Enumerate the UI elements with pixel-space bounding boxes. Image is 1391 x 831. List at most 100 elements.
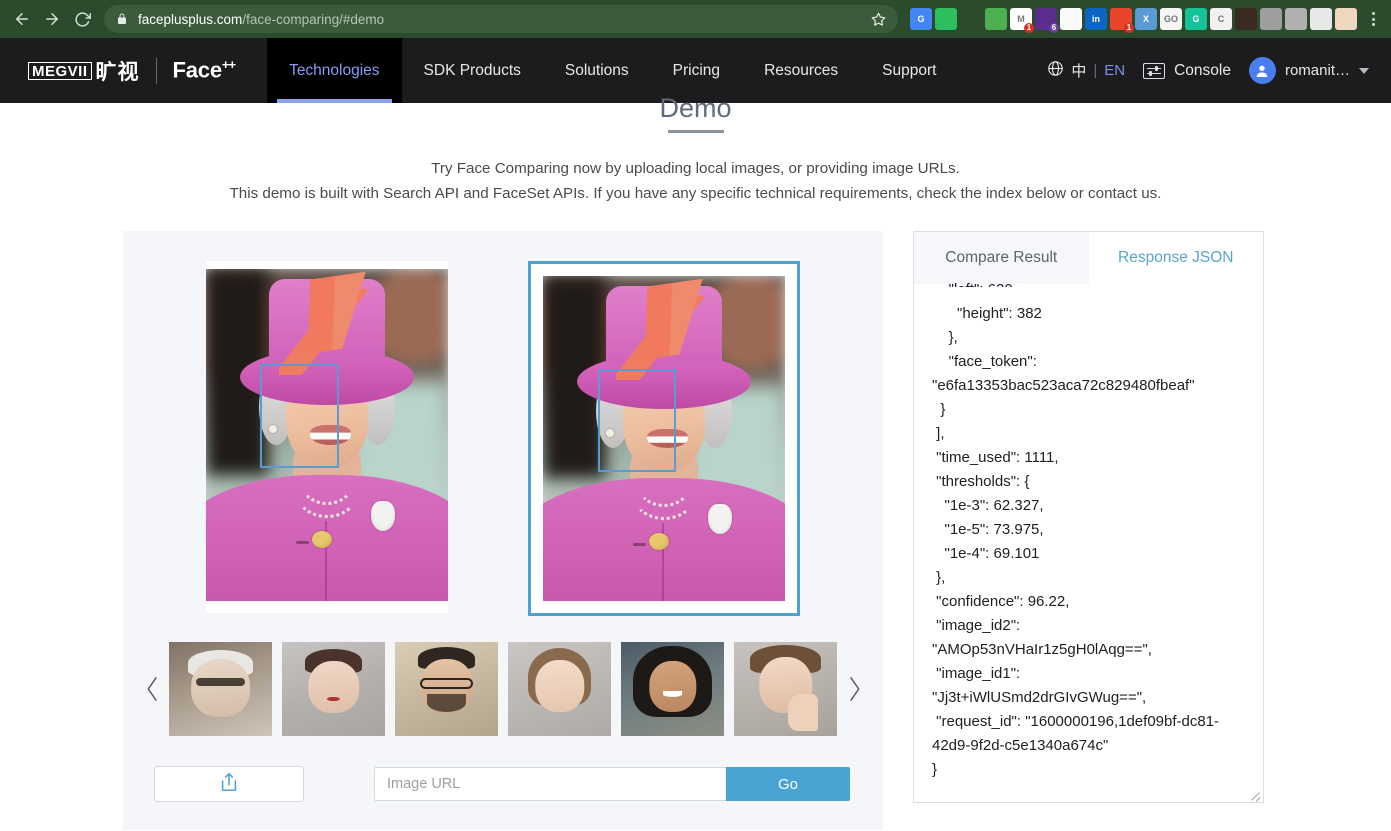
image-mat-left: [206, 261, 448, 613]
url-text: faceplusplus.com/face-comparing/#demo: [138, 12, 863, 27]
thumbnail-woman-hand-on-face[interactable]: [734, 642, 837, 736]
username-label: romanit…: [1284, 62, 1350, 79]
clipboard-extension[interactable]: C: [1210, 8, 1232, 30]
url-domain: faceplusplus.com: [138, 11, 243, 27]
console-label: Console: [1174, 61, 1231, 79]
chevron-right-icon[interactable]: [837, 667, 871, 711]
reload-icon[interactable]: [68, 5, 96, 33]
nav-item-label: Support: [882, 61, 937, 79]
clipboard-extension-glyph: C: [1217, 14, 1225, 24]
thumbnail-young-girl-smiling[interactable]: [508, 642, 611, 736]
bookmark-star-icon[interactable]: [871, 12, 886, 27]
mail-extension[interactable]: 1: [1110, 8, 1134, 33]
globe-icon: [1047, 60, 1064, 81]
facepp-text: Face: [172, 57, 223, 83]
upload-controls-row: Go: [123, 766, 883, 802]
upload-file-button[interactable]: [154, 766, 304, 802]
thumbnail-woman-dark-hair-smiling[interactable]: [621, 642, 724, 736]
response-json-content: "left": 620, "height": 382 }, "face_toke…: [932, 281, 1220, 778]
megvii-chinese-name: 旷视: [95, 60, 140, 84]
extensions-strip: G M 1 6 in 1 X GO G C: [904, 8, 1357, 33]
image-mat-right: [543, 276, 785, 601]
browser-toolbar: faceplusplus.com/face-comparing/#demo G M…: [0, 0, 1391, 38]
language-option-cn[interactable]: 中: [1071, 60, 1086, 81]
result-tabs: Compare Result Response JSON: [914, 232, 1263, 284]
headphones-extension[interactable]: [960, 8, 982, 30]
linkedin-extension-glyph: in: [1092, 14, 1100, 24]
json-top-clip: [914, 287, 1263, 297]
evernote-extension[interactable]: [935, 8, 957, 30]
result-panel: Compare ResultResponse JSON "left": 620,…: [913, 231, 1264, 803]
title-underline: [667, 130, 724, 133]
white-oval-extension[interactable]: [1060, 8, 1082, 30]
go-extension[interactable]: GO: [1160, 8, 1182, 30]
back-arrow-icon[interactable]: [8, 5, 36, 33]
portrait-image-left[interactable]: [206, 269, 448, 601]
excel-extension[interactable]: X: [1135, 8, 1157, 30]
chevron-left-icon[interactable]: [135, 667, 169, 711]
google-translate-extension[interactable]: G: [910, 8, 932, 30]
demo-header: Demo: [0, 93, 1391, 145]
thumbnail-man-glasses-beard[interactable]: [395, 642, 498, 736]
mail-extension-badge: 1: [1124, 23, 1134, 33]
address-bar[interactable]: faceplusplus.com/face-comparing/#demo: [104, 5, 898, 33]
page-title: Demo: [659, 93, 732, 123]
forward-arrow-icon[interactable]: [38, 5, 66, 33]
grey-extension[interactable]: [1260, 8, 1282, 30]
language-divider: |: [1093, 62, 1098, 79]
profile-avatar[interactable]: [1335, 8, 1357, 30]
page-content: Demo Try Face Comparing now by uploading…: [0, 93, 1391, 830]
dark-photo-extension[interactable]: [1235, 8, 1257, 30]
console-link[interactable]: Console: [1143, 62, 1231, 80]
go-button[interactable]: Go: [726, 767, 850, 801]
compare-image-slot-left[interactable]: [206, 261, 448, 613]
language-switcher[interactable]: 中 | EN: [1047, 60, 1125, 81]
thumbnail-woman-red-lips[interactable]: [282, 642, 385, 736]
demo-area: Go Compare ResultResponse JSON "left": 6…: [0, 231, 1391, 830]
go-extension-glyph: GO: [1163, 14, 1178, 24]
thumbnail-list: [169, 642, 837, 736]
resize-grip-icon[interactable]: [1249, 788, 1261, 800]
nav-item-label: Technologies: [289, 61, 380, 79]
nav-item-label: Solutions: [564, 61, 629, 79]
tools-extension[interactable]: [1285, 8, 1307, 30]
tab-compare-result[interactable]: Compare Result: [914, 232, 1089, 284]
kebab-menu-icon[interactable]: [1363, 12, 1383, 26]
gmail-extension-badge: 1: [1024, 23, 1034, 33]
grammarly-extension-glyph: G: [1192, 14, 1200, 24]
google-translate-extension-glyph: G: [917, 14, 925, 24]
demo-description: Try Face Comparing now by uploading loca…: [0, 157, 1391, 205]
nav-item-label: Resources: [764, 61, 839, 79]
purple-diamond-extension[interactable]: 6: [1035, 8, 1059, 33]
green-dot-extension[interactable]: [985, 8, 1007, 30]
chevron-down-icon[interactable]: [1359, 67, 1369, 74]
console-sliders-icon: [1143, 62, 1166, 79]
megvii-logo[interactable]: MEGVII 旷视: [28, 56, 140, 86]
gmail-extension[interactable]: M1: [1010, 8, 1034, 33]
demo-description-line1: Try Face Comparing now by uploading loca…: [431, 160, 960, 177]
lock-icon: [116, 12, 128, 26]
thumbnail-elderly-man-sunglasses[interactable]: [169, 642, 272, 736]
portrait-image-right[interactable]: [543, 276, 785, 601]
megvii-wordmark: MEGVII: [28, 61, 92, 80]
compare-images-row: [123, 253, 883, 616]
purple-diamond-extension-badge: 6: [1049, 23, 1059, 33]
compare-panel: Go: [123, 231, 883, 830]
tab-response-json[interactable]: Response JSON: [1088, 232, 1263, 284]
image-url-group: Go: [374, 767, 850, 801]
image-url-input[interactable]: [374, 767, 726, 801]
demo-description-line2: This demo is built with Search API and F…: [229, 185, 1162, 202]
thumbnail-carousel: [123, 642, 883, 736]
brand-divider: [155, 57, 157, 84]
puzzle-extension[interactable]: [1310, 8, 1332, 30]
user-menu[interactable]: romanit…: [1248, 57, 1369, 84]
nav-item-label: SDK Products: [423, 61, 521, 79]
compare-image-slot-right[interactable]: [528, 261, 800, 616]
facepp-logo[interactable]: Face++: [172, 57, 237, 83]
grammarly-extension[interactable]: G: [1185, 8, 1207, 30]
linkedin-extension[interactable]: in: [1085, 8, 1107, 30]
gmail-extension-glyph: M: [1017, 14, 1025, 24]
language-option-en[interactable]: EN: [1104, 62, 1125, 79]
nav-item-label: Pricing: [672, 61, 721, 79]
excel-extension-glyph: X: [1142, 14, 1149, 24]
